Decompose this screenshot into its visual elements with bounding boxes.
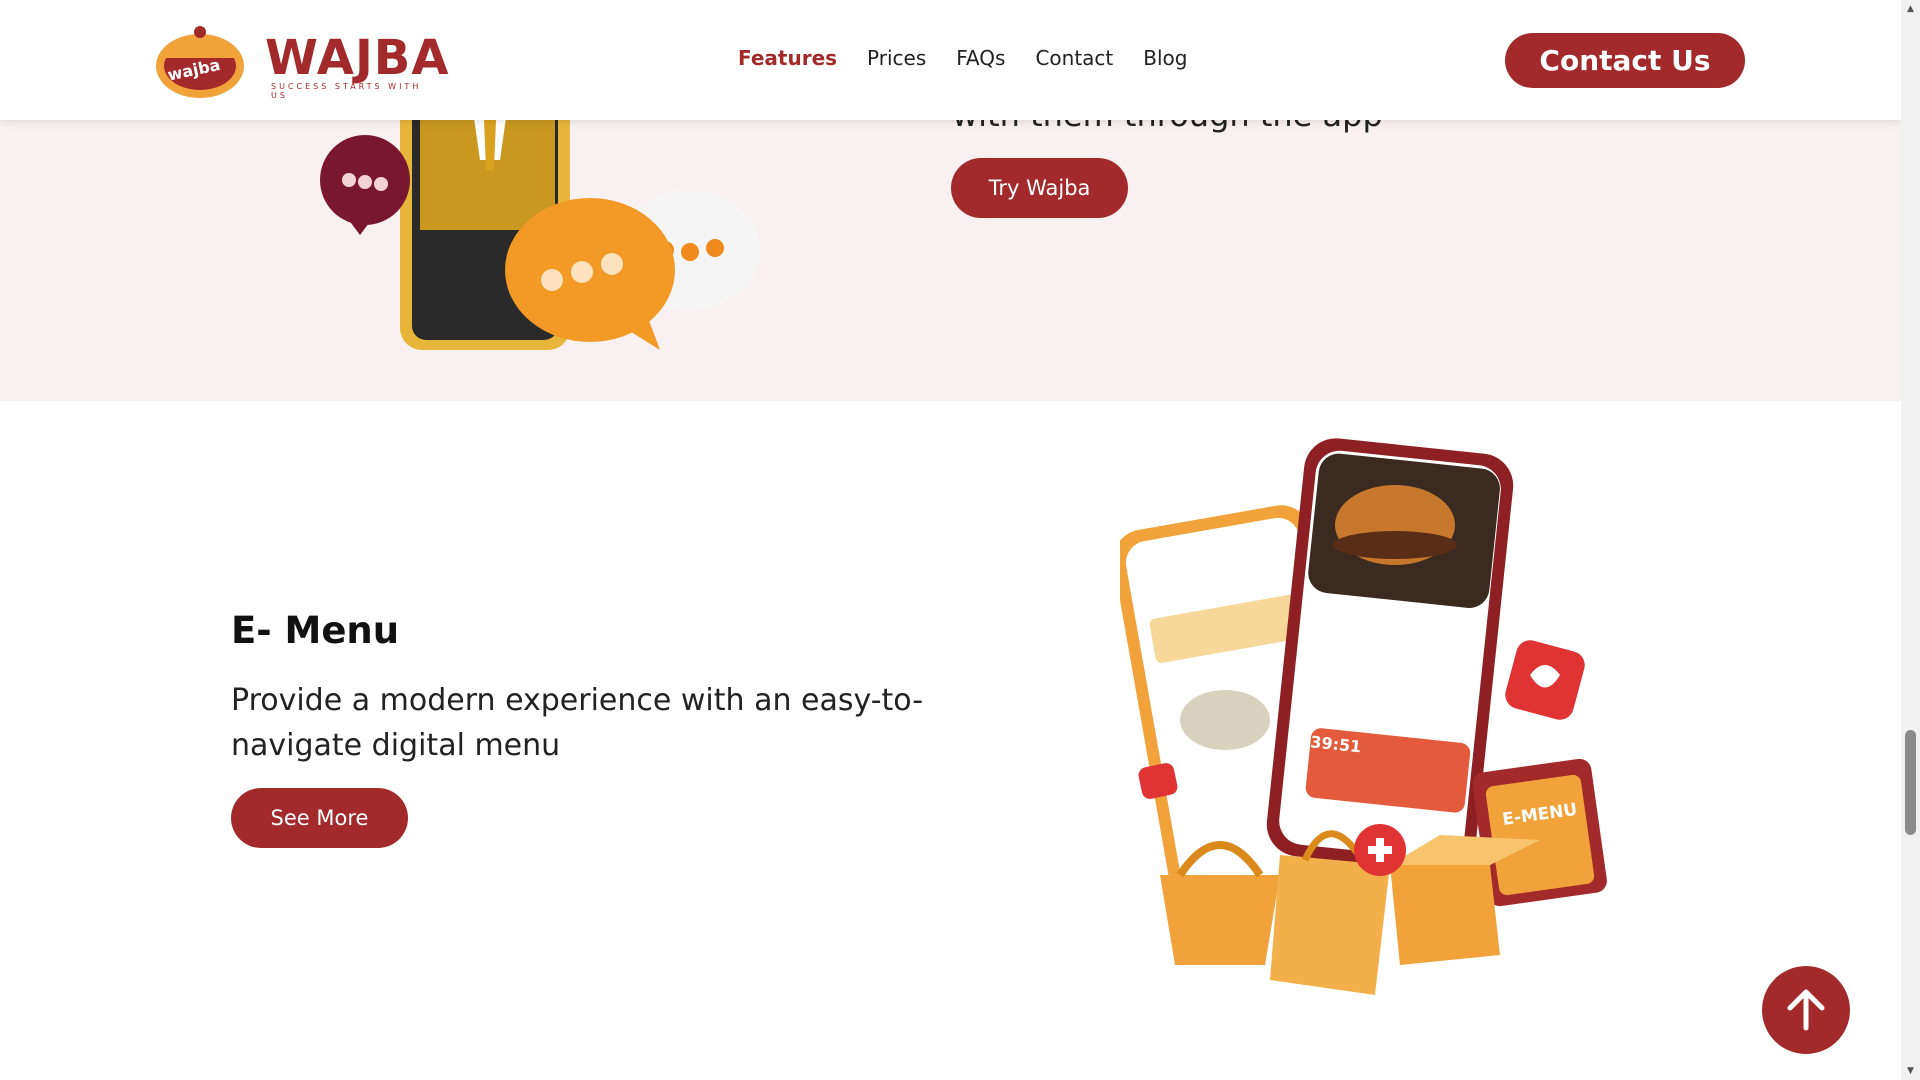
e-menu-description: Provide a modern experience with an easy… [231,683,924,763]
nav-contact[interactable]: Contact [1035,46,1113,70]
e-menu-title: E- Menu [231,609,400,652]
scrollbar-thumb[interactable] [1905,730,1916,835]
nav-faqs[interactable]: FAQs [956,46,1005,70]
arrow-up-icon [1787,989,1825,1031]
contact-us-button[interactable]: Contact Us [1505,33,1745,88]
scroll-to-top-button[interactable] [1762,966,1850,1054]
see-more-button[interactable]: See More [231,788,408,848]
try-wajba-button[interactable]: Try Wajba [951,158,1128,218]
nav-features[interactable]: Features [738,46,837,70]
nav-prices[interactable]: Prices [867,46,926,70]
scroll-up-arrow-icon[interactable]: ▲ [1901,0,1920,18]
brand-name: WAJBA [265,30,450,86]
brand-logo[interactable]: wajba WAJBA SUCCESS STARTS WITH US [155,18,449,102]
e-menu-illustration: 39:51 E-MENU [1120,438,1607,995]
chat-illustration [320,100,760,350]
page: with them through the app Try Wajba E- M… [0,0,1901,1080]
nav-blog[interactable]: Blog [1143,46,1187,70]
scroll-down-arrow-icon[interactable]: ▼ [1901,1062,1920,1080]
vertical-scrollbar[interactable]: ▲ ▼ [1901,0,1920,1080]
brand-tagline: SUCCESS STARTS WITH US [271,82,422,100]
main-nav: Features Prices FAQs Contact Blog [738,46,1217,70]
site-header: wajba WAJBA SUCCESS STARTS WITH US Featu… [0,0,1901,120]
logo-mark: wajba [156,26,244,98]
